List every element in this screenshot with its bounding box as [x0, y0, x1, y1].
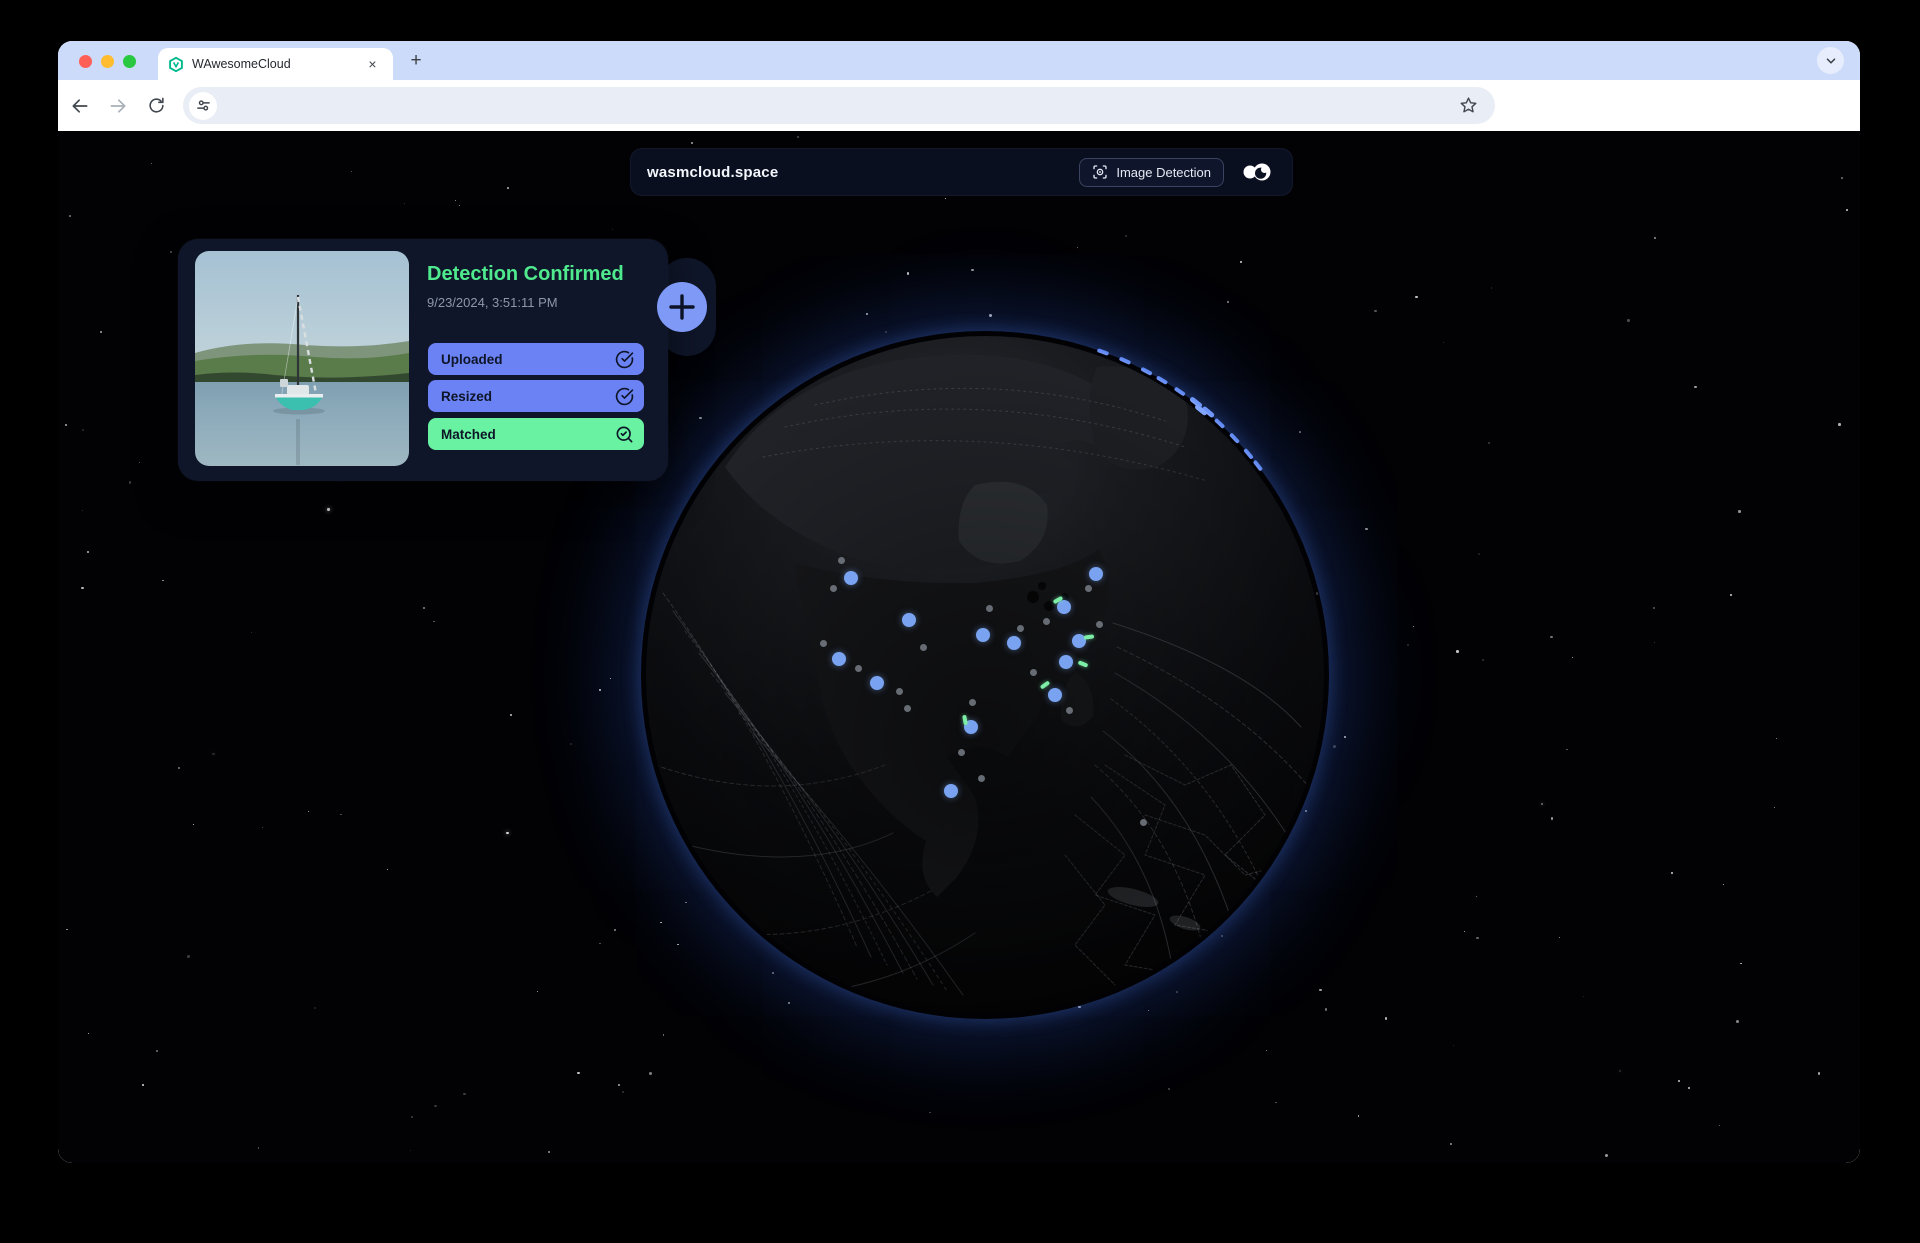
chevron-down-icon: [1826, 57, 1835, 64]
satellite-dash-arc: [1097, 348, 1263, 471]
tab-search-button[interactable]: [1817, 47, 1844, 74]
landmass-shapes: [725, 354, 1247, 947]
reload-icon: [148, 97, 164, 113]
card-title: Detection Confirmed: [427, 263, 624, 285]
zoom-window-button[interactable]: [123, 54, 136, 68]
forward-arrow-icon: [110, 98, 126, 113]
forward-button[interactable]: [107, 95, 129, 117]
check-circle-icon: [615, 350, 634, 368]
browser-toolbar: [58, 80, 1860, 131]
sailboat-photo-graphic: [195, 251, 409, 466]
image-detection-label: Image Detection: [1116, 164, 1211, 180]
plus-icon: [669, 294, 695, 320]
status-label: Uploaded: [441, 351, 503, 367]
add-detection-button[interactable]: [657, 282, 707, 332]
reload-button[interactable]: [145, 95, 167, 117]
window-controls: [79, 54, 136, 68]
card-timestamp: 9/23/2024, 3:51:11 PM: [427, 295, 558, 310]
cable-lines: [650, 387, 1310, 1004]
image-detection-button[interactable]: Image Detection: [1079, 157, 1224, 187]
detection-card: Detection Confirmed 9/23/2024, 3:51:11 P…: [178, 239, 668, 481]
back-arrow-icon: [72, 98, 88, 113]
site-settings-button[interactable]: [189, 91, 217, 120]
back-button[interactable]: [69, 95, 91, 117]
earth-globe[interactable]: [645, 335, 1325, 1015]
status-pill-uploaded: Uploaded: [428, 343, 644, 375]
wasmcloud-favicon-icon: [169, 56, 183, 72]
address-bar[interactable]: [183, 87, 1495, 124]
status-label: Matched: [441, 426, 496, 442]
tab-title: WAwesomeCloud: [192, 57, 291, 71]
tab-strip: WAwesomeCloud × +: [58, 41, 1860, 80]
scan-eye-icon: [1093, 165, 1107, 179]
close-window-button[interactable]: [79, 54, 92, 68]
status-pill-matched: Matched: [428, 418, 644, 450]
new-tab-button[interactable]: +: [404, 49, 428, 73]
app-header-bar: wasmcloud.space Image Detection: [630, 148, 1293, 196]
check-circle-icon: [615, 387, 634, 405]
globe-graphic: [646, 336, 1324, 1014]
minimize-window-button[interactable]: [101, 54, 114, 68]
status-label: Resized: [441, 388, 493, 404]
light-dark-toggle-icon: [1243, 163, 1271, 181]
close-tab-icon[interactable]: ×: [364, 56, 381, 73]
site-title: wasmcloud.space: [647, 163, 779, 181]
tune-icon: [196, 100, 210, 111]
bookmark-star-icon: [1460, 97, 1477, 113]
browser-tab[interactable]: WAwesomeCloud ×: [158, 48, 393, 80]
detection-photo: [195, 251, 409, 466]
theme-toggle[interactable]: [1236, 158, 1278, 186]
search-check-icon: [616, 426, 633, 442]
status-pill-resized: Resized: [428, 380, 644, 412]
browser-window: WAwesomeCloud × + wasmcloud.space Image …: [58, 41, 1860, 1163]
desktop-background: WAwesomeCloud × + wasmcloud.space Image …: [0, 0, 1920, 1243]
bookmark-button[interactable]: [1458, 95, 1479, 116]
page-content: wasmcloud.space Image Detection Detectio…: [58, 131, 1860, 1163]
